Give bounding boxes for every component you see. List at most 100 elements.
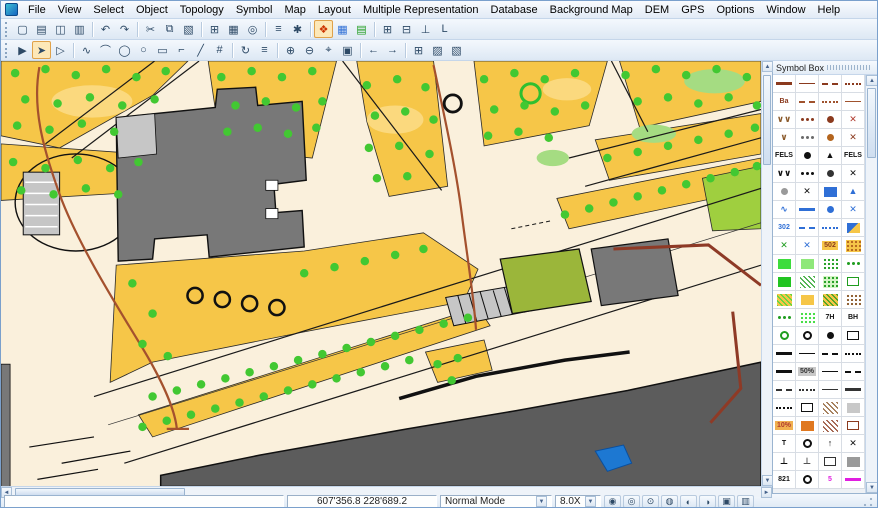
symbol-cell[interactable] [819, 75, 842, 93]
menu-gps[interactable]: GPS [675, 3, 710, 17]
symbol-cell[interactable] [796, 273, 819, 291]
map-canvas[interactable] [1, 61, 761, 486]
chevron-down-icon[interactable]: ▼ [536, 496, 547, 507]
symbol-cell[interactable] [819, 381, 842, 399]
symbol-cell[interactable] [819, 417, 842, 435]
symbol-scroll-thumb[interactable] [867, 88, 876, 158]
scroll-right-icon[interactable]: ► [761, 487, 772, 498]
menu-help[interactable]: Help [812, 3, 847, 17]
chevron-down-icon[interactable]: ▼ [585, 496, 596, 507]
symbol-cell[interactable]: ↑ [819, 435, 842, 453]
symbol-cell[interactable] [773, 345, 796, 363]
symbol-cell[interactable] [842, 363, 865, 381]
symbol-cell[interactable]: 502 [819, 237, 842, 255]
menu-multiple-representation[interactable]: Multiple Representation [357, 3, 485, 17]
symbol-cell[interactable] [842, 93, 865, 111]
select-object-button[interactable]: ➤ [32, 41, 51, 59]
symbol-cell[interactable]: ▲ [842, 183, 865, 201]
save-button[interactable]: ◫ [51, 20, 70, 38]
symbol-cell[interactable] [842, 417, 865, 435]
symbol-cell[interactable] [819, 165, 842, 183]
menu-database[interactable]: Database [485, 3, 544, 17]
bezier-curve-button[interactable]: ∿ [77, 41, 96, 59]
grid-button[interactable]: ⊞ [409, 41, 428, 59]
paste-button[interactable]: ▧ [179, 20, 198, 38]
symbol-cell[interactable] [773, 327, 796, 345]
symbol-cell[interactable] [842, 381, 865, 399]
zoom-in-button[interactable]: ⊕ [281, 41, 300, 59]
symbol-cell[interactable]: FELS [773, 147, 796, 165]
print-button[interactable]: ▥ [70, 20, 89, 38]
hscroll-thumb[interactable] [15, 488, 185, 496]
rectangular-line-button[interactable]: ⌐ [172, 41, 191, 59]
menu-dem[interactable]: DEM [639, 3, 675, 17]
symbol-cell[interactable]: 5 [819, 471, 842, 489]
symbol-cell[interactable]: ⊥ [796, 453, 819, 471]
symbol-cell[interactable]: 50% [796, 363, 819, 381]
symbol-cell[interactable] [796, 291, 819, 309]
map-vertical-scrollbar[interactable]: ▲ ▼ [761, 61, 772, 486]
symbol-cell[interactable] [842, 471, 865, 489]
menu-background-map[interactable]: Background Map [544, 3, 639, 17]
open-button[interactable]: ▤ [32, 20, 51, 38]
apply-button[interactable]: ▶ [13, 41, 32, 59]
symbol-cell[interactable]: ∿ [773, 201, 796, 219]
edit-point-button[interactable]: ▷ [51, 41, 70, 59]
menu-map[interactable]: Map [279, 3, 312, 17]
symbol-cell[interactable] [819, 273, 842, 291]
symbol-cell[interactable] [773, 363, 796, 381]
symbol-cell[interactable] [819, 129, 842, 147]
symbol-cell[interactable]: Ba [773, 93, 796, 111]
symbol-cell[interactable]: ✕ [796, 183, 819, 201]
symbol-cell[interactable]: ✕ [842, 129, 865, 147]
symbol-cell[interactable] [796, 381, 819, 399]
symbol-cell[interactable] [842, 255, 865, 273]
symbol-cell[interactable] [773, 309, 796, 327]
symbol-cell[interactable]: ▲ [819, 147, 842, 165]
symbol-cell[interactable] [819, 345, 842, 363]
symbol-cell[interactable] [796, 399, 819, 417]
symbol-cell[interactable]: T [773, 435, 796, 453]
symbol-tree-button[interactable]: ⊥ [416, 20, 435, 38]
symbol-cell[interactable]: ✕ [773, 237, 796, 255]
symbol-cell[interactable] [796, 129, 819, 147]
symbol-cell[interactable] [819, 219, 842, 237]
symbol-cell[interactable] [796, 471, 819, 489]
menu-view[interactable]: View [52, 3, 88, 17]
toolbar-grip[interactable] [5, 22, 9, 37]
menu-object[interactable]: Object [130, 3, 174, 17]
icon-view-button[interactable]: ▤ [352, 20, 371, 38]
symbol-cell[interactable] [773, 273, 796, 291]
symbol-cell[interactable] [842, 399, 865, 417]
symbol-cell[interactable] [819, 255, 842, 273]
symbol-cell[interactable] [796, 165, 819, 183]
symbol-cell[interactable]: BH [842, 309, 865, 327]
symbol-cell[interactable] [842, 327, 865, 345]
circle-button[interactable]: ○ [134, 41, 153, 59]
symbol-cell[interactable] [796, 201, 819, 219]
symbol-cell[interactable] [842, 291, 865, 309]
arc-button[interactable]: ⌒ [96, 41, 115, 59]
copy-button[interactable]: ⧉ [160, 20, 179, 38]
previous-view-button[interactable]: ← [364, 41, 383, 59]
symbol-cell[interactable] [773, 291, 796, 309]
symbol-scrollbar[interactable]: ▲ ▼ [865, 75, 877, 493]
options-button[interactable]: ✱ [288, 20, 307, 38]
vscroll-thumb[interactable] [763, 75, 771, 165]
symbol-cell[interactable] [796, 147, 819, 165]
symbol-cell[interactable] [773, 381, 796, 399]
symbol-cell[interactable] [819, 111, 842, 129]
symbol-cell[interactable] [819, 363, 842, 381]
new-button[interactable]: ▢ [13, 20, 32, 38]
next-view-button[interactable]: → [383, 41, 402, 59]
symbol-cell[interactable] [796, 345, 819, 363]
symbol-box-button[interactable]: ❖ [314, 20, 333, 38]
menu-topology[interactable]: Topology [174, 3, 230, 17]
align-button[interactable]: ≡ [255, 41, 274, 59]
symbol-cell[interactable] [842, 345, 865, 363]
symbol-cell[interactable] [796, 327, 819, 345]
symbol-cell[interactable] [819, 453, 842, 471]
symbol-cell[interactable] [796, 111, 819, 129]
symbol-scroll-down-icon[interactable]: ▼ [866, 482, 877, 493]
symbol-cell[interactable] [796, 309, 819, 327]
